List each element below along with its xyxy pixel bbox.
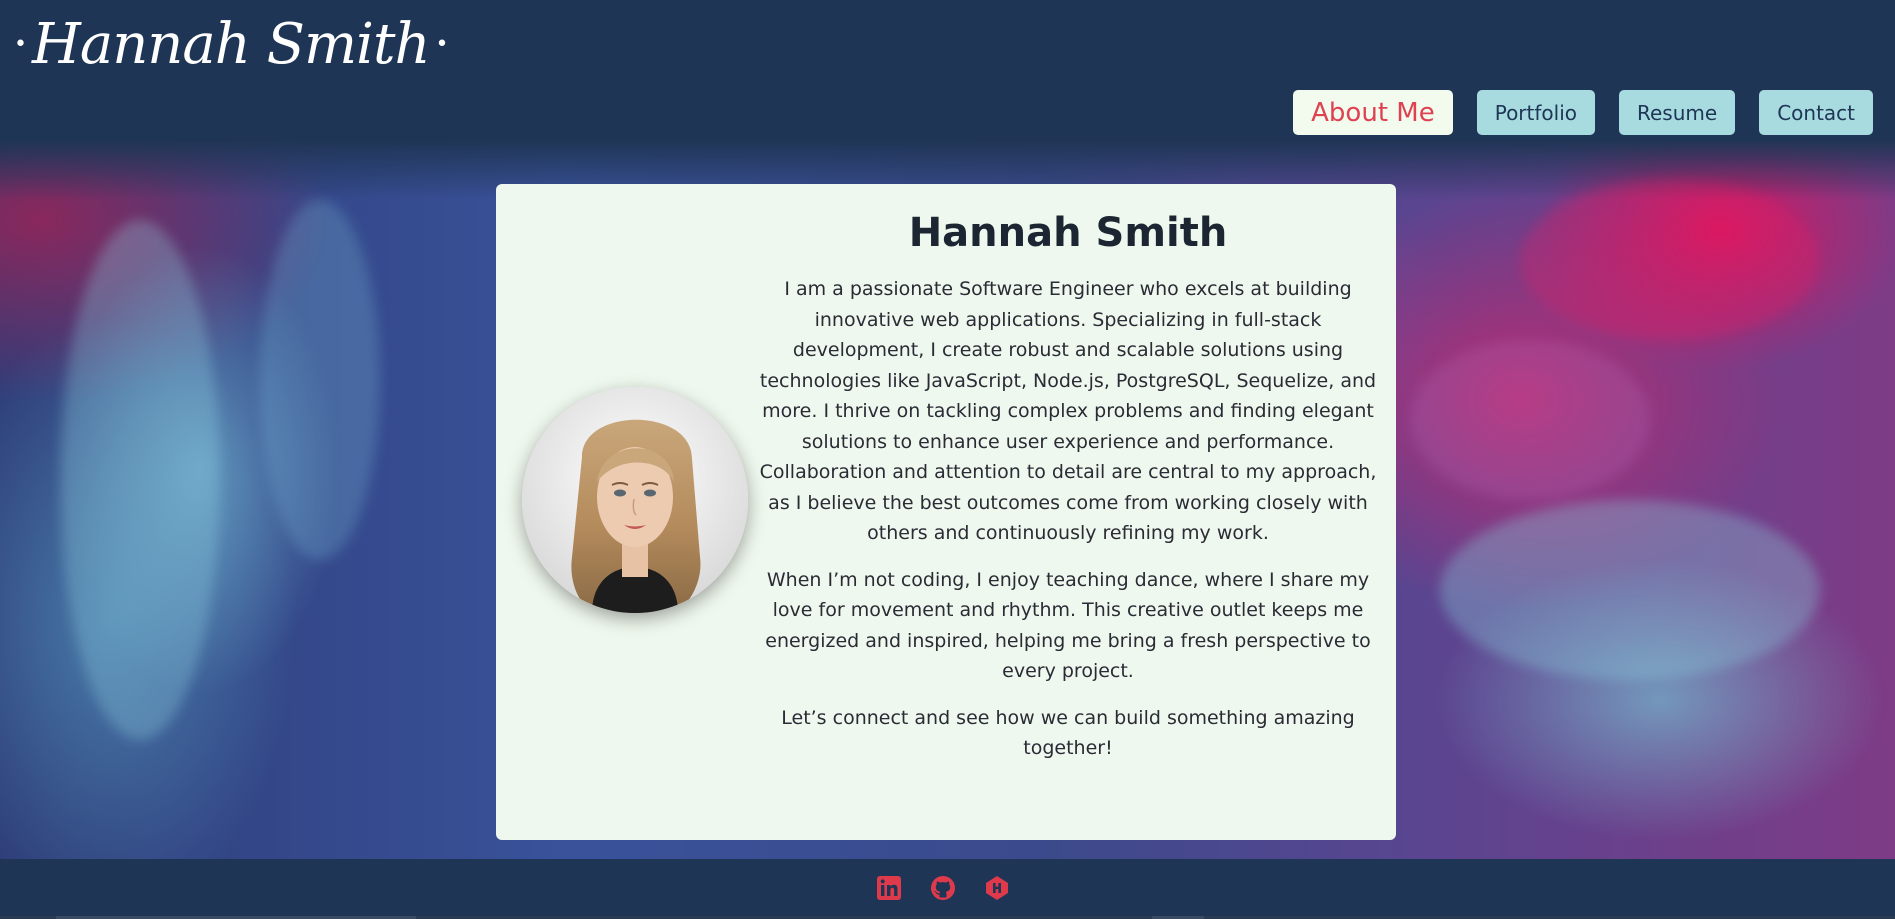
nav-about-me-button[interactable]: About Me <box>1293 90 1453 135</box>
about-paragraph-hobby: When I’m not coding, I enjoy teaching da… <box>765 568 1371 683</box>
nav-contact-label: Contact <box>1777 100 1855 125</box>
logo-dot-left: • <box>14 31 27 57</box>
nav-portfolio-button[interactable]: Portfolio <box>1476 90 1595 135</box>
site-header: • Hannah Smith • About Me Portfolio Resu… <box>0 0 1895 148</box>
about-card: Hannah Smith I am a passionate Software … <box>496 184 1396 840</box>
profile-photo <box>522 387 748 613</box>
social-links <box>876 875 1010 901</box>
background-swirl <box>260 200 380 560</box>
nav-about-me-label: About Me <box>1311 97 1435 128</box>
site-footer <box>0 859 1895 919</box>
background-swirl <box>60 220 220 740</box>
about-name-heading: Hannah Smith <box>908 210 1228 256</box>
site-logo[interactable]: • Hannah Smith • <box>14 6 449 82</box>
about-paragraph-intro: I am a passionate Software Engineer who … <box>759 278 1377 544</box>
background-swirl <box>1440 500 1820 680</box>
background-swirl <box>1520 180 1820 340</box>
linkedin-icon[interactable] <box>876 875 902 901</box>
profile-photo-illustration <box>522 387 748 613</box>
about-text: Hannah Smith I am a passionate Software … <box>758 210 1378 780</box>
nav-resume-button[interactable]: Resume <box>1619 90 1736 135</box>
logo-dot-right: • <box>435 31 449 57</box>
logo-text: Hannah Smith <box>31 11 431 77</box>
main-nav: About Me Portfolio Resume Contact <box>1293 90 1873 135</box>
background-swirl <box>1410 340 1650 500</box>
github-icon[interactable] <box>930 875 956 901</box>
nav-resume-label: Resume <box>1637 100 1718 125</box>
nav-portfolio-label: Portfolio <box>1494 100 1577 125</box>
page: • Hannah Smith • About Me Portfolio Resu… <box>0 0 1895 919</box>
hashnode-icon[interactable] <box>984 875 1010 901</box>
about-paragraph-cta: Let’s connect and see how we can build s… <box>781 706 1355 760</box>
nav-contact-button[interactable]: Contact <box>1759 90 1873 135</box>
